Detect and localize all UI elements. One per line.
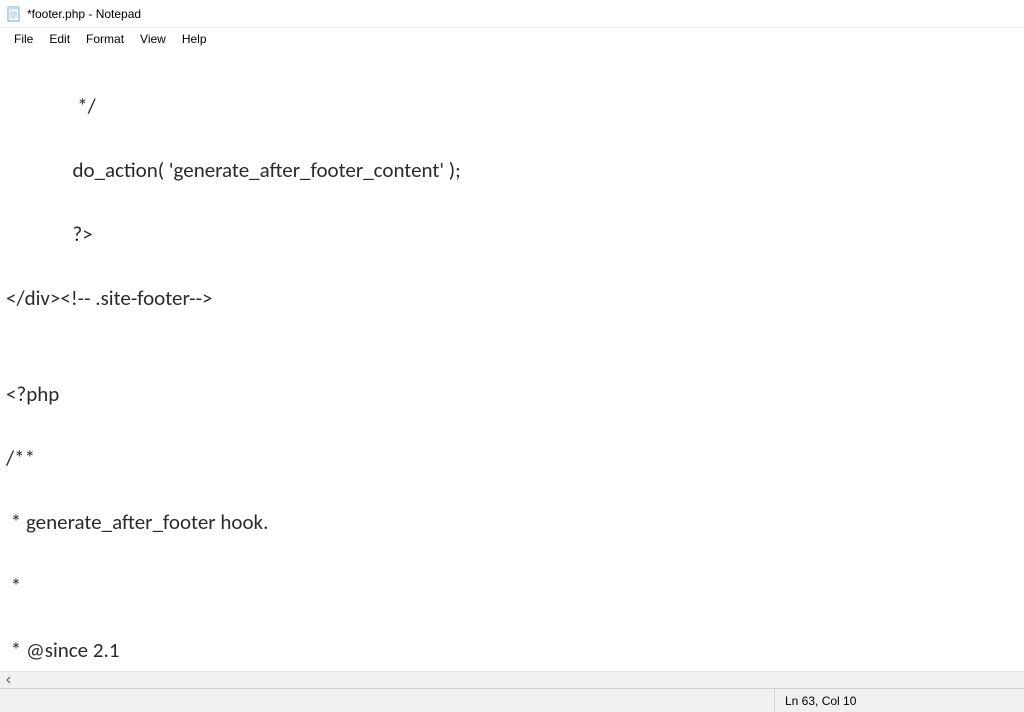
code-line: * generate_after_footer hook.: [6, 506, 1018, 538]
code-line: <?php: [6, 378, 1018, 410]
code-line: *: [6, 570, 1018, 602]
status-bar: Ln 63, Col 10: [0, 688, 1024, 712]
code-line: * @since 2.1: [6, 634, 1018, 666]
code-line: /**: [6, 442, 1018, 474]
code-line: ?>: [6, 218, 1018, 250]
menu-format[interactable]: Format: [78, 30, 132, 48]
code-line: */: [6, 90, 1018, 122]
notepad-icon: [6, 6, 22, 22]
status-cursor-position: Ln 63, Col 10: [774, 689, 914, 712]
menu-edit[interactable]: Edit: [41, 30, 78, 48]
window-titlebar: *footer.php - Notepad: [0, 0, 1024, 28]
text-editor-area[interactable]: */ do_action( 'generate_after_footer_con…: [0, 50, 1024, 671]
horizontal-scrollbar[interactable]: [0, 671, 1024, 688]
menu-help[interactable]: Help: [174, 30, 215, 48]
code-line: do_action( 'generate_after_footer_conten…: [6, 154, 1018, 186]
menu-bar: File Edit Format View Help: [0, 28, 1024, 50]
window-title: *footer.php - Notepad: [27, 7, 141, 21]
menu-file[interactable]: File: [6, 30, 41, 48]
code-line: </div><!-- .site-footer-->: [6, 282, 1018, 314]
scroll-left-arrow-icon[interactable]: [0, 672, 17, 689]
menu-view[interactable]: View: [132, 30, 174, 48]
